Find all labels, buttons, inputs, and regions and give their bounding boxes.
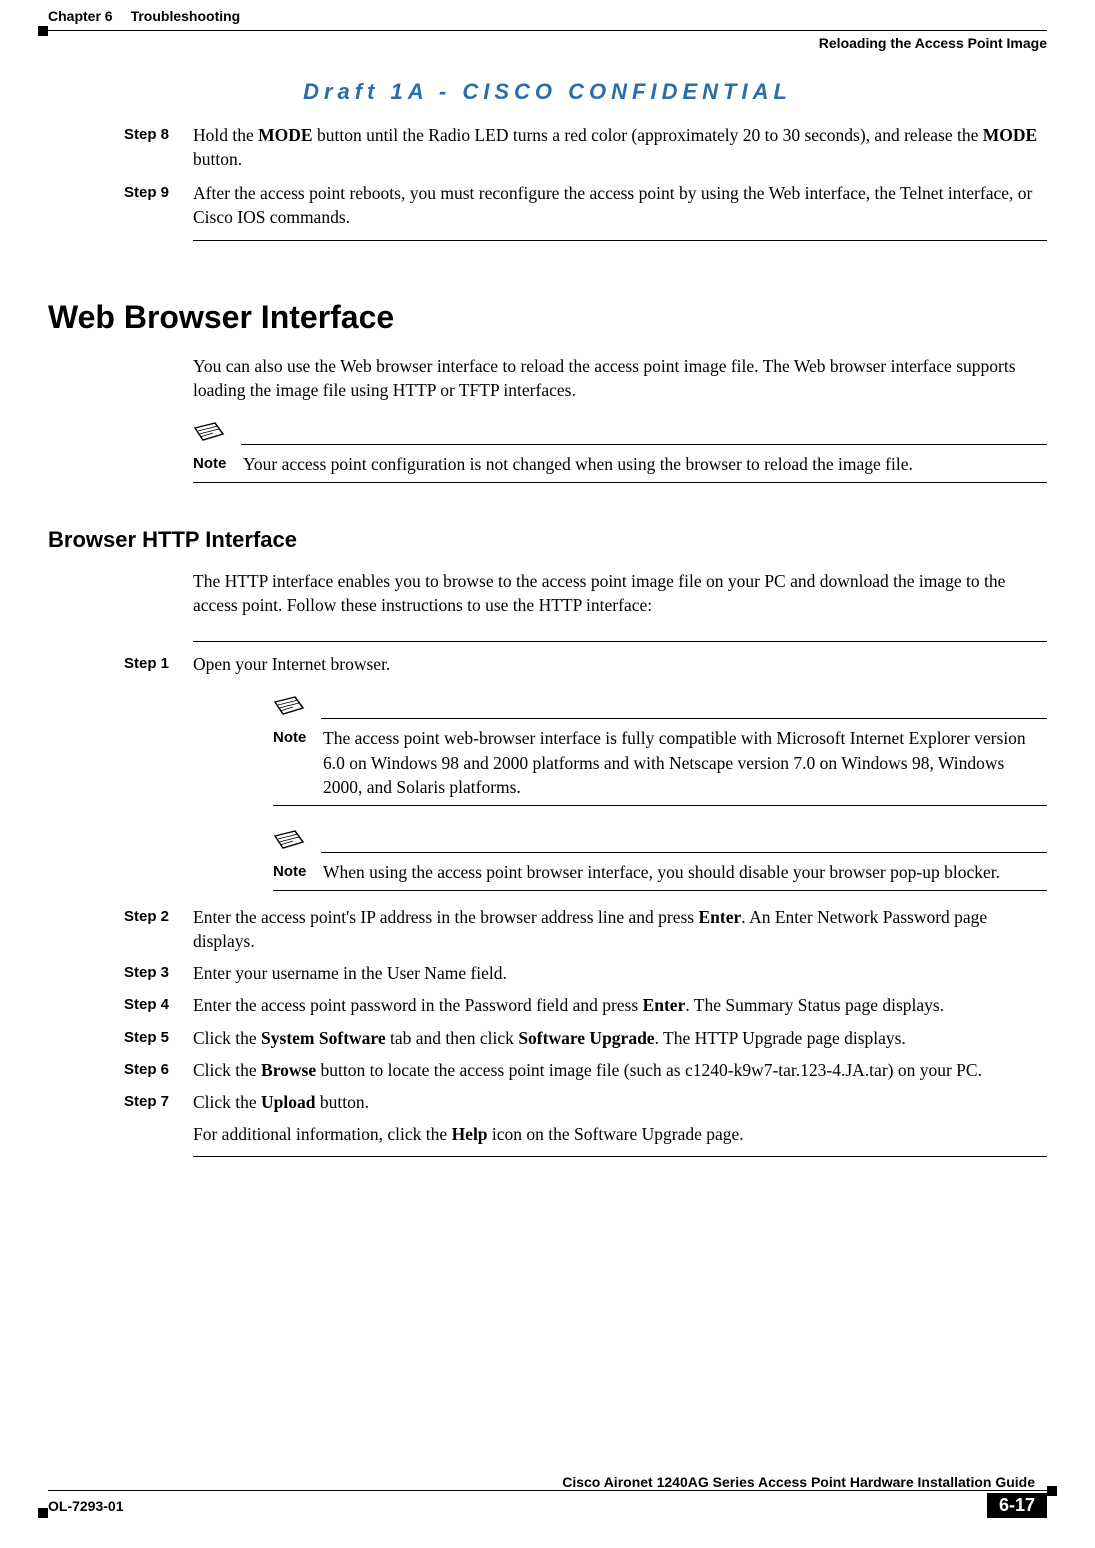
- note-label: Note: [273, 726, 323, 798]
- step-text: Enter the access point's IP address in t…: [193, 905, 1047, 953]
- note-text: When using the access point browser inte…: [323, 860, 1047, 884]
- step-label: Step 6: [124, 1058, 193, 1082]
- bold: Software Upgrade: [518, 1028, 654, 1048]
- text: button.: [316, 1092, 369, 1112]
- heading-browser-http-interface: Browser HTTP Interface: [48, 527, 1047, 553]
- step-label: Step 1: [124, 652, 193, 676]
- bold: Upload: [261, 1092, 315, 1112]
- note-icon: [193, 420, 233, 448]
- step-4: Step 4 Enter the access point password i…: [124, 993, 1047, 1017]
- page-number: 6-17: [987, 1493, 1047, 1518]
- heading-web-browser-interface: Web Browser Interface: [48, 299, 1047, 336]
- step-label: Step 5: [124, 1026, 193, 1050]
- rule: [193, 641, 1047, 642]
- page-footer: Cisco Aironet 1240AG Series Access Point…: [48, 1494, 1047, 1518]
- note-block: Note When using the access point browser…: [273, 828, 1047, 891]
- rule: [193, 240, 1047, 241]
- step-label: Step 4: [124, 993, 193, 1017]
- chapter-title: Troubleshooting: [131, 8, 241, 24]
- step-3: Step 3 Enter your username in the User N…: [124, 961, 1047, 985]
- step-text: Hold the MODE button until the Radio LED…: [193, 123, 1047, 171]
- text: Click the: [193, 1028, 261, 1048]
- text: Enter the access point's IP address in t…: [193, 907, 699, 927]
- text: For additional information, click the: [193, 1124, 452, 1144]
- bold: Enter: [699, 907, 742, 927]
- note-label: Note: [273, 860, 323, 884]
- step-label: Step 7: [124, 1090, 193, 1114]
- bold: System Software: [261, 1028, 386, 1048]
- note-text: Your access point configuration is not c…: [243, 452, 1047, 476]
- step-9: Step 9 After the access point reboots, y…: [124, 181, 1047, 229]
- footer-guide-title: Cisco Aironet 1240AG Series Access Point…: [48, 1474, 1035, 1490]
- text: icon on the Software Upgrade page.: [488, 1124, 744, 1144]
- note-label: Note: [193, 452, 243, 476]
- page-header: Chapter 6 Troubleshooting Reloading the …: [48, 0, 1047, 51]
- rule: [193, 1156, 1047, 1157]
- step-2: Step 2 Enter the access point's IP addre…: [124, 905, 1047, 953]
- step-5: Step 5 Click the System Software tab and…: [124, 1026, 1047, 1050]
- text: Enter the access point password in the P…: [193, 995, 643, 1015]
- note-text: The access point web-browser interface i…: [323, 726, 1047, 798]
- text: button until the Radio LED turns a red c…: [313, 125, 983, 145]
- step-7: Step 7 Click the Upload button.: [124, 1090, 1047, 1114]
- bold: MODE: [983, 125, 1037, 145]
- intro-paragraph: You can also use the Web browser interfa…: [193, 354, 1047, 402]
- step-6: Step 6 Click the Browse button to locate…: [124, 1058, 1047, 1082]
- step-label: Step 8: [124, 123, 193, 171]
- step-1: Step 1 Open your Internet browser.: [124, 652, 1047, 676]
- note-icon: [273, 828, 313, 856]
- note-icon: [273, 694, 313, 722]
- text: button.: [193, 149, 242, 169]
- text: tab and then click: [386, 1028, 519, 1048]
- step-text: Open your Internet browser.: [193, 652, 1047, 676]
- text: button to locate the access point image …: [316, 1060, 982, 1080]
- header-section: Reloading the Access Point Image: [48, 35, 1047, 51]
- step-text: Click the Upload button.: [193, 1090, 1047, 1114]
- closing-paragraph: For additional information, click the He…: [193, 1122, 1047, 1146]
- http-paragraph: The HTTP interface enables you to browse…: [193, 569, 1047, 617]
- note-block: Note Your access point configuration is …: [193, 420, 1047, 483]
- chapter-number: Chapter 6: [48, 8, 113, 24]
- footer-doc-number: OL-7293-01: [48, 1498, 123, 1514]
- step-text: Enter your username in the User Name fie…: [193, 961, 1047, 985]
- text: . The HTTP Upgrade page displays.: [655, 1028, 906, 1048]
- step-label: Step 2: [124, 905, 193, 953]
- step-text: Click the Browse button to locate the ac…: [193, 1058, 1047, 1082]
- step-text: After the access point reboots, you must…: [193, 181, 1047, 229]
- bold: Browse: [261, 1060, 316, 1080]
- bold: MODE: [258, 125, 312, 145]
- step-text: Click the System Software tab and then c…: [193, 1026, 1047, 1050]
- bold: Enter: [643, 995, 686, 1015]
- text: Hold the: [193, 125, 258, 145]
- step-label: Step 9: [124, 181, 193, 229]
- note-block: Note The access point web-browser interf…: [273, 694, 1047, 805]
- text: Click the: [193, 1092, 261, 1112]
- step-8: Step 8 Hold the MODE button until the Ra…: [124, 123, 1047, 171]
- text: . The Summary Status page displays.: [685, 995, 944, 1015]
- text: Click the: [193, 1060, 261, 1080]
- step-label: Step 3: [124, 961, 193, 985]
- bold: Help: [452, 1124, 488, 1144]
- step-text: Enter the access point password in the P…: [193, 993, 1047, 1017]
- confidential-banner: Draft 1A - CISCO CONFIDENTIAL: [48, 79, 1047, 105]
